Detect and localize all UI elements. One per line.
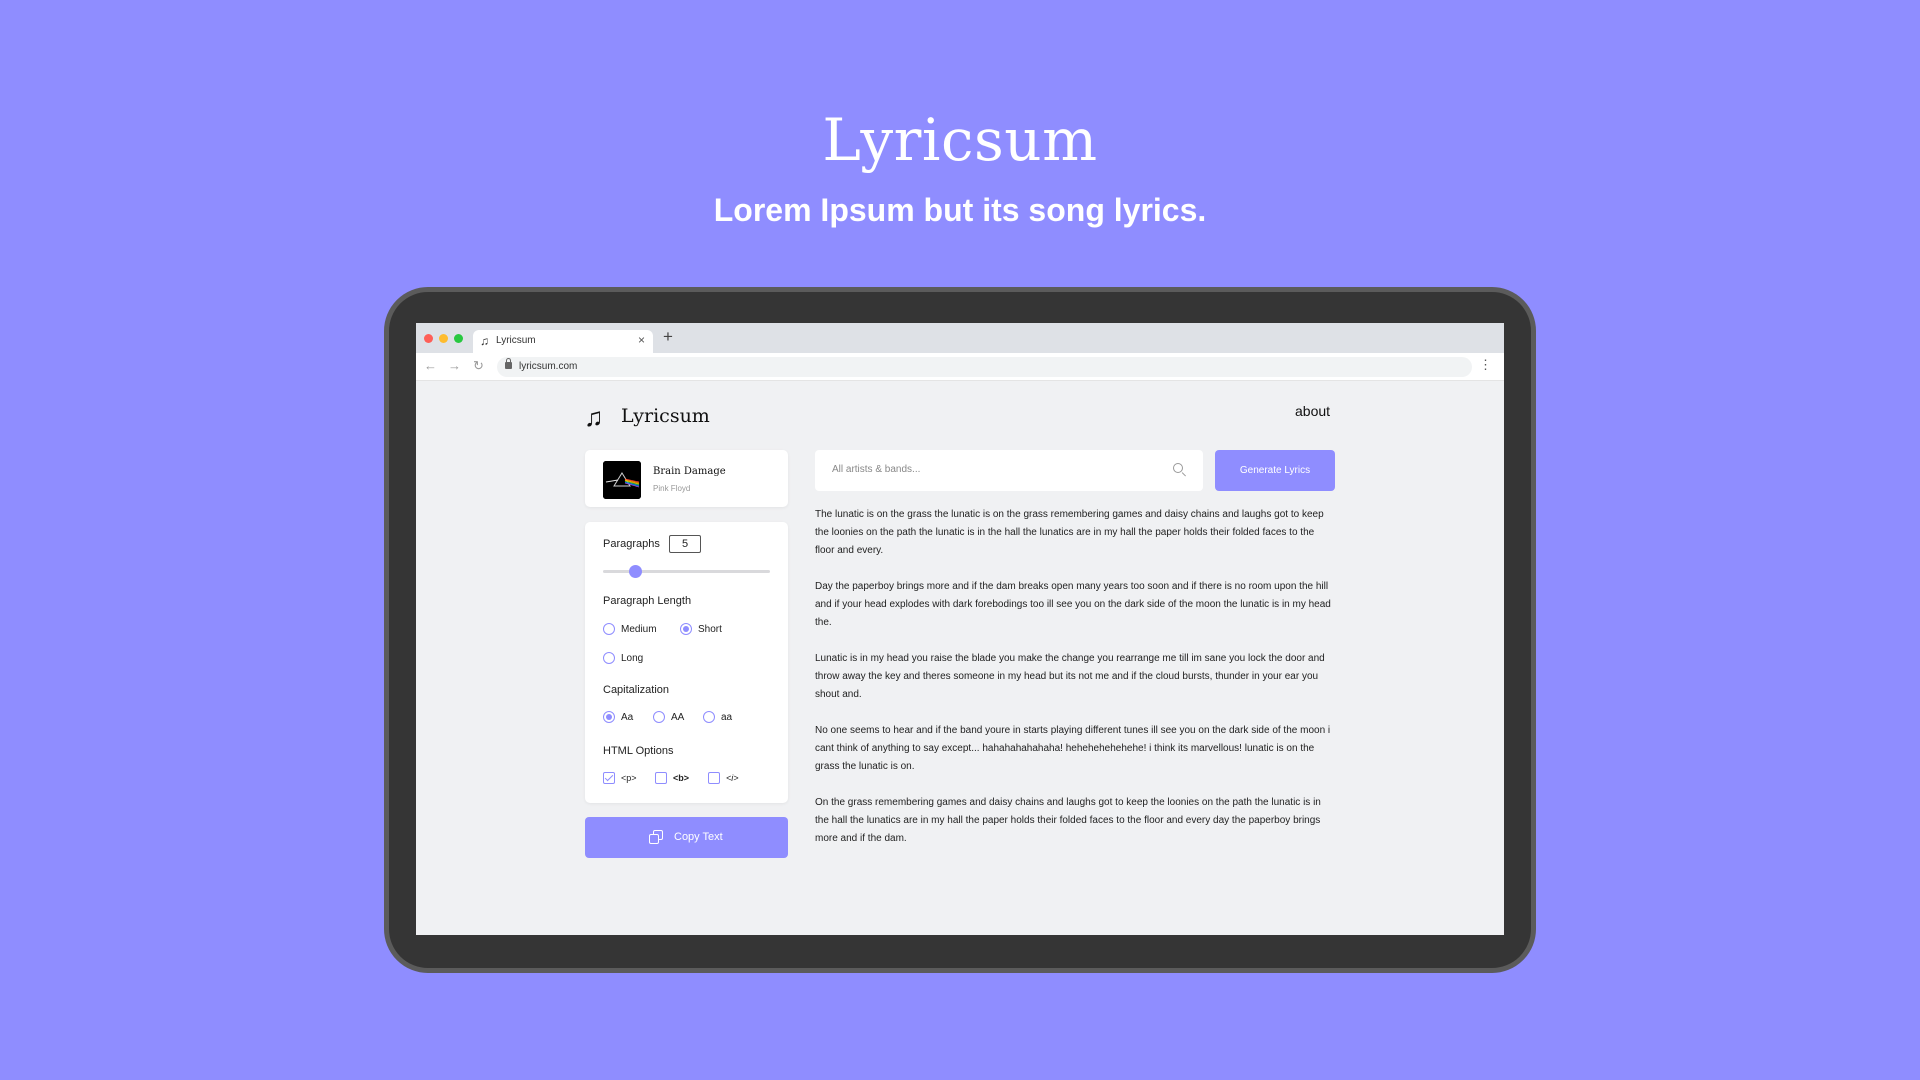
- artist-search-input[interactable]: All artists & bands...: [815, 450, 1203, 491]
- address-bar[interactable]: lyricsum.com: [497, 357, 1472, 377]
- html-options-label: HTML Options: [603, 745, 674, 757]
- copy-text-button[interactable]: Copy Text: [585, 817, 788, 858]
- site-logo[interactable]: Lyricsum: [621, 405, 710, 427]
- radio-cap-title[interactable]: [603, 711, 615, 723]
- length-medium-label: Medium: [621, 624, 657, 635]
- generate-lyrics-label: Generate Lyrics: [1239, 465, 1311, 476]
- browser-tabbar: ♫ Lyricsum × +: [416, 323, 1504, 353]
- tab-close-icon[interactable]: ×: [638, 333, 645, 347]
- radio-length-short[interactable]: [680, 623, 692, 635]
- song-artist: Pink Floyd: [653, 484, 691, 493]
- lock-icon: [505, 358, 512, 369]
- lyrics-output: The lunatic is on the grass the lunatic …: [815, 506, 1335, 866]
- window-maximize-dot[interactable]: [454, 334, 463, 343]
- generate-lyrics-button[interactable]: Generate Lyrics: [1215, 450, 1335, 491]
- lyrics-paragraph: On the grass remembering games and daisy…: [815, 797, 1321, 844]
- back-arrow-icon[interactable]: ←: [424, 358, 437, 374]
- checkbox-html-p[interactable]: [603, 772, 615, 784]
- checkbox-html-b[interactable]: [655, 772, 667, 784]
- radio-length-medium[interactable]: [603, 623, 615, 635]
- lyrics-paragraph: The lunatic is on the grass the lunatic …: [815, 509, 1324, 556]
- browser-window: ♫ Lyricsum × + ← → ↻ lyricsum.com ⋮ ♫ Ly…: [416, 323, 1504, 935]
- hero-title: Lyricsum: [822, 106, 1098, 174]
- lyrics-paragraph: Day the paperboy brings more and if the …: [815, 581, 1331, 628]
- copy-icon: [649, 830, 663, 844]
- forward-arrow-icon[interactable]: →: [448, 358, 461, 374]
- paragraphs-slider[interactable]: [603, 565, 770, 578]
- new-tab-icon[interactable]: +: [663, 328, 673, 346]
- cap-title-label: Aa: [621, 712, 634, 723]
- length-short-label: Short: [698, 624, 722, 635]
- browser-toolbar: ← → ↻ lyricsum.com ⋮: [416, 353, 1504, 381]
- copy-text-label: Copy Text: [674, 831, 723, 843]
- reload-icon[interactable]: ↻: [473, 358, 484, 374]
- about-link[interactable]: about: [1295, 403, 1330, 419]
- html-p-label: <p>: [621, 773, 637, 783]
- window-minimize-dot[interactable]: [439, 334, 448, 343]
- paragraphs-input[interactable]: 5: [669, 535, 701, 553]
- music-notes-icon: ♫: [584, 402, 604, 432]
- radio-length-long[interactable]: [603, 652, 615, 664]
- search-placeholder: All artists & bands...: [832, 464, 921, 475]
- url-text: lyricsum.com: [519, 361, 578, 372]
- lyrics-paragraph: No one seems to hear and if the band you…: [815, 725, 1331, 772]
- cap-lower-label: aa: [721, 712, 733, 723]
- browser-tab[interactable]: ♫ Lyricsum ×: [473, 330, 653, 353]
- length-long-label: Long: [621, 653, 644, 664]
- browser-menu-icon[interactable]: ⋮: [1479, 357, 1492, 373]
- cap-upper-label: AA: [671, 712, 685, 723]
- radio-cap-lower[interactable]: [703, 711, 715, 723]
- song-title: Brain Damage: [653, 466, 726, 477]
- window-close-dot[interactable]: [424, 334, 433, 343]
- options-panel: Paragraphs 5 Paragraph Length Medium Sho…: [585, 522, 788, 803]
- hero-subtitle: Lorem Ipsum but its song lyrics.: [713, 192, 1207, 228]
- paragraphs-label: Paragraphs: [603, 538, 660, 550]
- html-i-label: <i>: [726, 773, 739, 783]
- album-cover: [603, 461, 641, 499]
- radio-cap-upper[interactable]: [653, 711, 665, 723]
- paragraph-length-label: Paragraph Length: [603, 595, 692, 607]
- capitalization-label: Capitalization: [603, 684, 670, 696]
- checkbox-html-i[interactable]: [708, 772, 720, 784]
- slider-thumb[interactable]: [628, 565, 642, 578]
- tab-title: Lyricsum: [496, 335, 536, 346]
- lyrics-paragraph: Lunatic is in my head you raise the blad…: [815, 653, 1325, 700]
- search-icon[interactable]: [1173, 463, 1186, 477]
- music-note-icon: ♫: [480, 334, 489, 348]
- selected-song-card[interactable]: Brain Damage Pink Floyd: [585, 450, 788, 507]
- html-b-label: <b>: [673, 773, 690, 783]
